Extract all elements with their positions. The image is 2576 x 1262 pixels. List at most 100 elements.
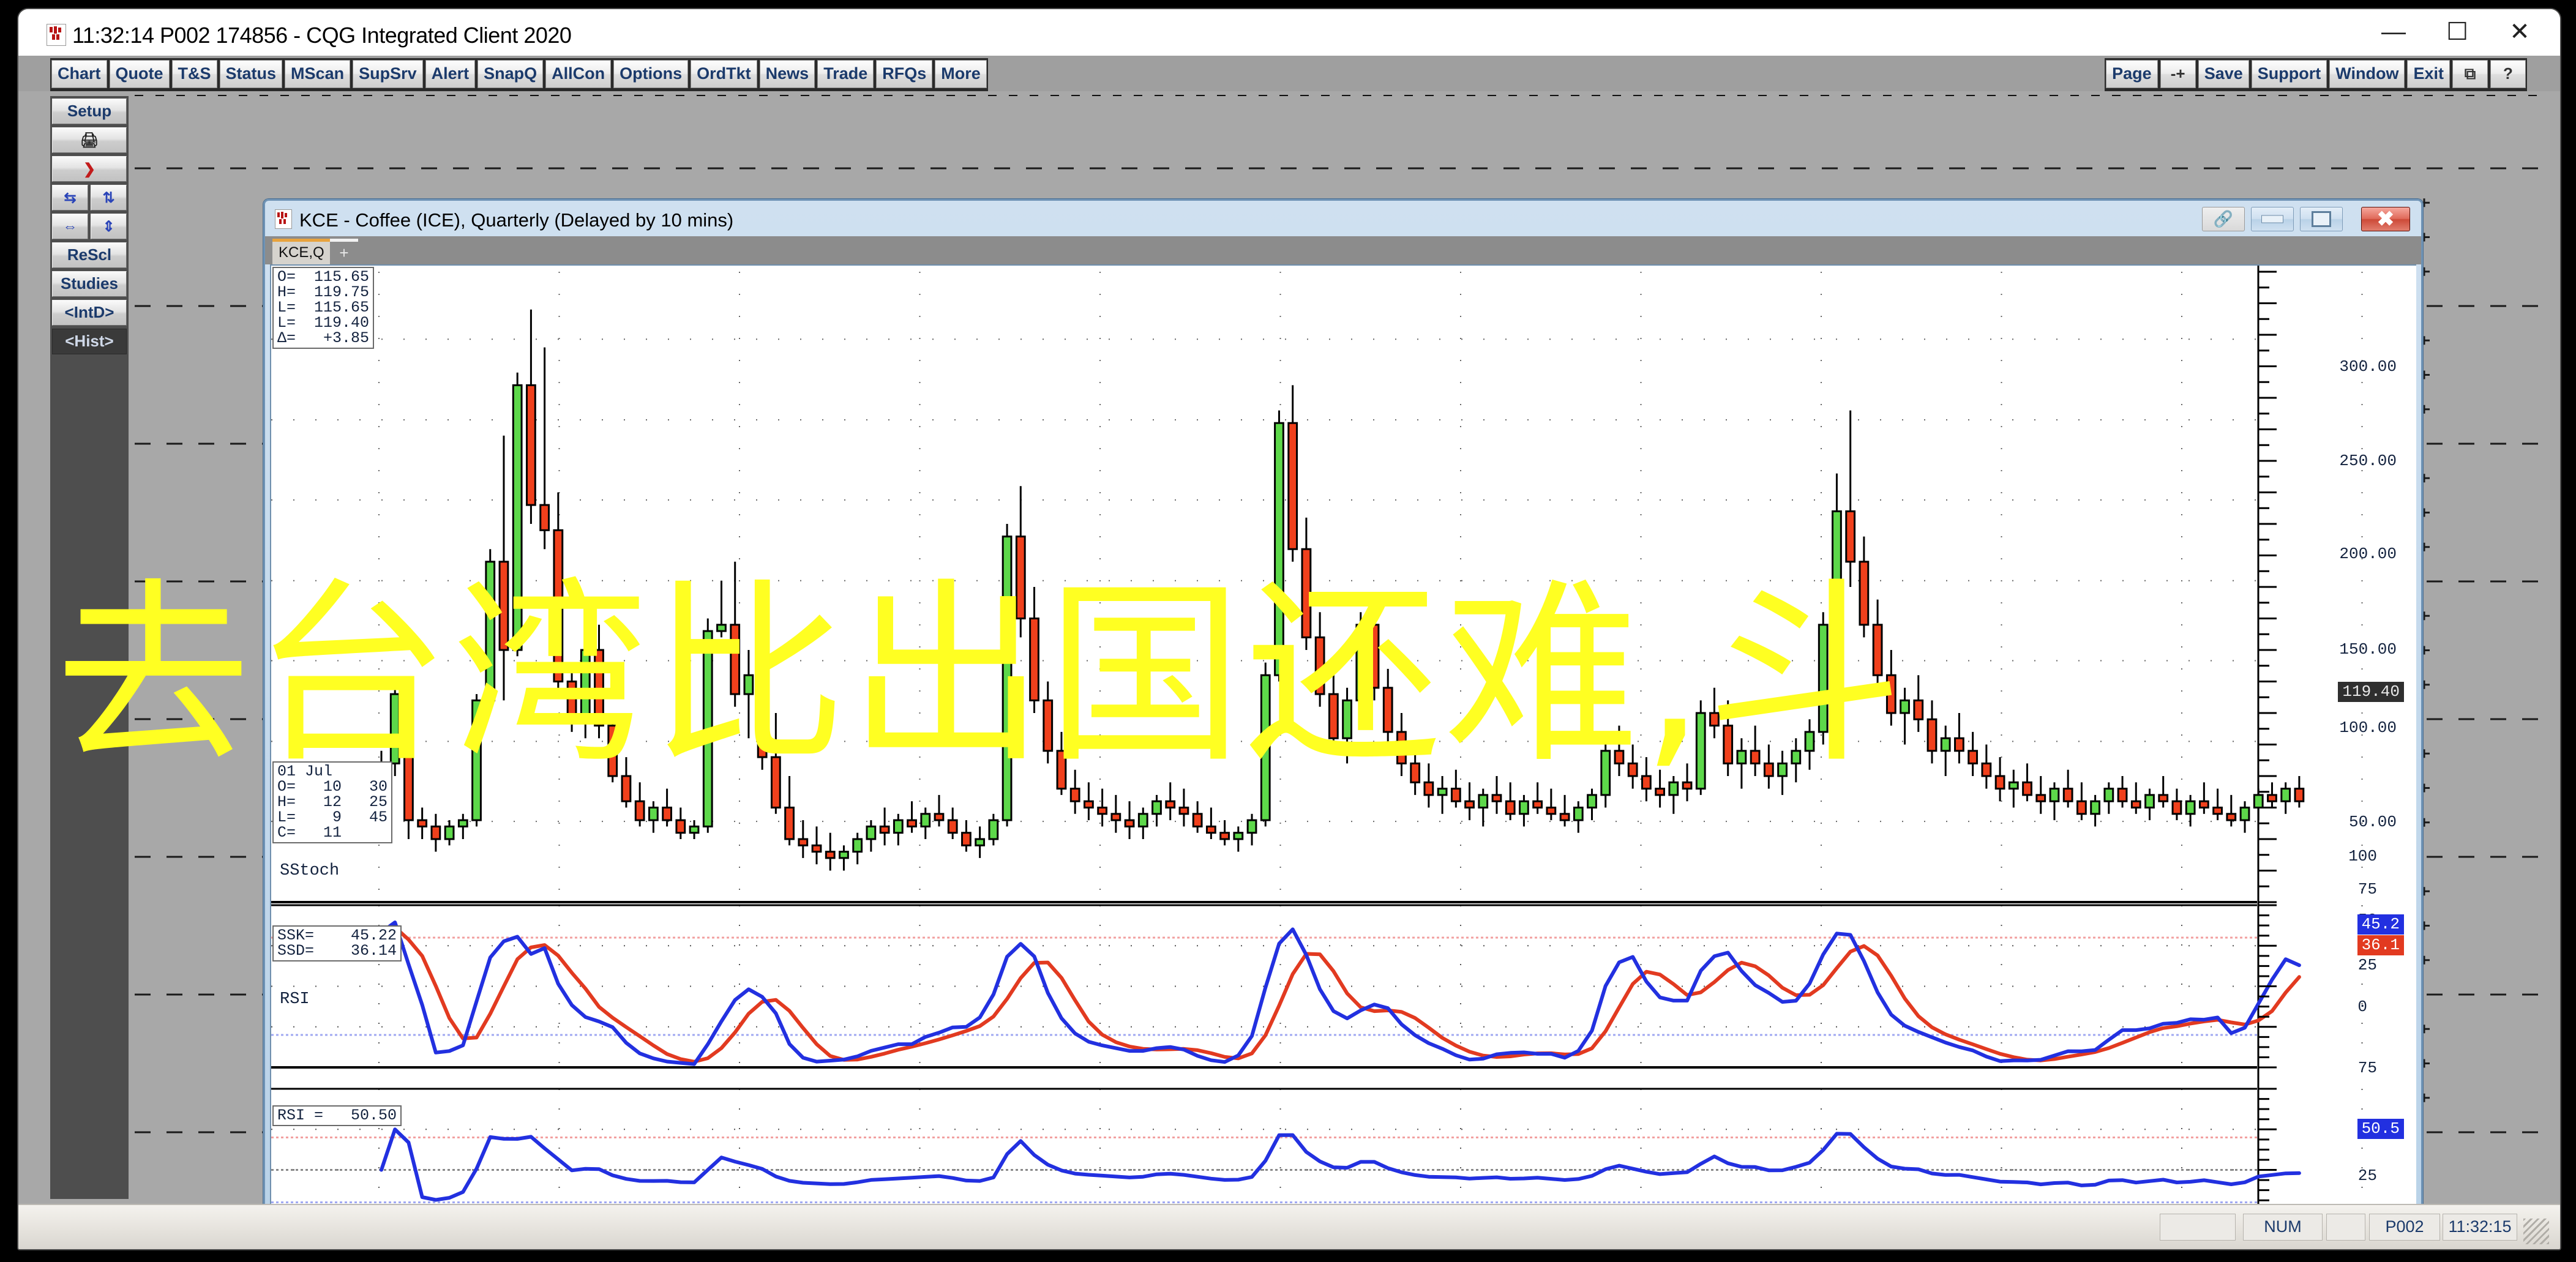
stochastic-values-box: SSK= 45.22 SSD= 36.14 [272, 925, 402, 961]
resize-grip[interactable] [2523, 1219, 2549, 1244]
sidebar-magnet-button[interactable]: ❯ [52, 156, 127, 182]
sidebar-arrow-row-2: ⇔ ⇕ [52, 214, 127, 239]
toolbar-button-quote[interactable]: Quote [109, 60, 170, 88]
main-toolbar: Chart Quote T&S Status MScan SupSrv Aler… [18, 56, 2560, 92]
chart-plot-area[interactable] [271, 266, 2416, 1242]
toolbar-button-alert[interactable]: Alert [425, 60, 476, 88]
close-icon: ✖ [2376, 207, 2395, 231]
sidebar-scroll-horizontal-button[interactable]: ⇆ [52, 185, 88, 211]
toolbar-button-support[interactable]: Support [2251, 60, 2327, 88]
price-tick-300: 300.00 [2339, 357, 2397, 376]
window-minimize-button[interactable]: — [2363, 18, 2424, 47]
sidebar-compress-horizontal-button[interactable]: ⇔ [52, 214, 88, 239]
toolbar-button-window[interactable]: Window [2329, 60, 2405, 88]
chart-window-titlebar: KCE - Coffee (ICE), Quarterly (Delayed b… [265, 201, 2421, 236]
toolbar-button-trade[interactable]: Trade [817, 60, 874, 88]
rsi-tick-25: 25 [2357, 1167, 2377, 1185]
rsi-study-label: RSI [280, 990, 310, 1009]
stoch-tick-75: 75 [2357, 880, 2377, 898]
arrow-collapse-horizontal-icon: ⇔ [62, 218, 78, 235]
status-cell-num: NUM [2243, 1214, 2323, 1241]
status-cell-blank-2 [2326, 1214, 2365, 1241]
rsi-tick-75: 75 [2357, 1059, 2377, 1077]
toolbar-button-ordtkt[interactable]: OrdTkt [691, 60, 757, 88]
toolbar-button-status[interactable]: Status [219, 60, 283, 88]
price-tick-50: 50.00 [2348, 813, 2397, 831]
sidebar-print-button[interactable]: 🖨 [52, 127, 127, 153]
last-price-tag: 119.40 [2338, 682, 2404, 702]
toolbar-button-more[interactable]: More [935, 60, 987, 88]
sidebar-studies-button[interactable]: Studies [52, 271, 127, 297]
toolbar-button-allcon[interactable]: AllCon [545, 60, 612, 88]
sidebar-arrow-row-1: ⇆ ⇅ [52, 185, 127, 211]
price-tick-250: 250.00 [2339, 452, 2397, 470]
rsi-value-box: RSI = 50.50 [272, 1105, 402, 1126]
printer-icon: 🖨 [80, 132, 99, 149]
workspace: Setup 🖨 ❯ ⇆ ⇅ ⇔ ⇕ ReScl Studies <IntD> <… [18, 91, 2560, 1249]
sidebar-compress-vertical-button[interactable]: ⇕ [91, 214, 127, 239]
toolbar-button-mscan[interactable]: MScan [285, 60, 351, 88]
sidebar-scroll-vertical-button[interactable]: ⇅ [91, 185, 127, 211]
price-tick-200: 200.00 [2339, 545, 2397, 563]
title-bar: 11:32:14 P002 174856 - CQG Integrated Cl… [18, 9, 2560, 56]
toolbar-button-restore-icon[interactable]: ⧉ [2452, 60, 2488, 88]
chart-tab-strip: KCE,Q + [265, 236, 2421, 264]
stoch-ssk-tag: 45.2 [2357, 914, 2404, 935]
cqg-logo-icon [47, 24, 66, 46]
sidebar-historical-button[interactable]: <Hist> [52, 329, 127, 354]
toolbar-button-chart[interactable]: Chart [51, 60, 107, 88]
chart-window-title: KCE - Coffee (ICE), Quarterly (Delayed b… [299, 209, 734, 231]
status-cell-blank-1 [2160, 1214, 2236, 1241]
stoch-ssd-tag: 36.1 [2357, 935, 2404, 955]
toolbar-button-help-icon[interactable]: ? [2490, 60, 2526, 88]
toolbar-button-ts[interactable]: T&S [171, 60, 217, 88]
toolbar-button-zoom-plusminus-icon[interactable]: -+ [2160, 60, 2196, 88]
toolbar-button-save[interactable]: Save [2198, 60, 2249, 88]
toolbar-right-group: Page -+ Save Support Window Exit ⧉ ? [2105, 58, 2527, 92]
chart-svg [271, 266, 2416, 1238]
toolbar-button-rfqs[interactable]: RFQs [876, 60, 933, 88]
link-icon: 🔗 [2213, 209, 2234, 228]
chart-window: KCE - Coffee (ICE), Quarterly (Delayed b… [263, 199, 2423, 1249]
maximize-icon [2312, 211, 2331, 227]
chart-tab-kce[interactable]: KCE,Q [272, 239, 331, 264]
chart-canvas-container[interactable]: O= 115.65 H= 119.75 L= 115.65 L= 119.40 … [270, 264, 2416, 1244]
rsi-value-tag: 50.5 [2357, 1119, 2404, 1139]
stoch-tick-25: 25 [2357, 956, 2377, 974]
cursor-info-box: 01 Jul O= 10 30 H= 12 25 L= 9 45 C= 11 [272, 761, 393, 843]
toolbar-button-supsrv[interactable]: SupSrv [353, 60, 423, 88]
price-tick-100: 100.00 [2339, 719, 2397, 737]
sidebar-setup-button[interactable]: Setup [52, 99, 127, 124]
application-window: 11:32:14 P002 174856 - CQG Integrated Cl… [17, 8, 2561, 1250]
magnet-icon: ❯ [83, 161, 96, 177]
sidebar-rescale-button[interactable]: ReScl [52, 242, 127, 268]
stoch-tick-0: 0 [2357, 998, 2367, 1016]
price-tick-150: 150.00 [2339, 640, 2397, 659]
status-cell-page: P002 [2369, 1214, 2440, 1241]
stoch-tick-100: 100 [2348, 847, 2377, 865]
chart-maximize-button[interactable] [2300, 207, 2343, 231]
status-bar: NUM P002 11:32:15 [18, 1204, 2560, 1249]
chart-close-button[interactable]: ✖ [2361, 207, 2410, 231]
toolbar-button-news[interactable]: News [759, 60, 815, 88]
status-cell-time: 11:32:15 [2443, 1214, 2517, 1241]
window-maximize-button[interactable]: ☐ [2427, 18, 2488, 47]
toolbar-left-group: Chart Quote T&S Status MScan SupSrv Aler… [50, 58, 988, 92]
toolbar-button-exit[interactable]: Exit [2407, 60, 2450, 88]
arrow-up-down-icon: ⇅ [102, 190, 115, 206]
chart-minimize-button[interactable] [2251, 207, 2294, 231]
sidebar-intraday-button[interactable]: <IntD> [52, 300, 127, 326]
arrow-left-right-icon: ⇆ [64, 190, 77, 206]
toolbar-button-snapq[interactable]: SnapQ [477, 60, 544, 88]
toolbar-button-page[interactable]: Page [2106, 60, 2158, 88]
chart-link-button[interactable]: 🔗 [2202, 207, 2245, 231]
stochastic-study-label: SStoch [280, 862, 340, 880]
chart-tools-sidebar: Setup 🖨 ❯ ⇆ ⇅ ⇔ ⇕ ReScl Studies <IntD> <… [50, 96, 129, 1199]
minimize-icon [2261, 215, 2283, 223]
cqg-logo-icon-small [275, 209, 292, 229]
toolbar-button-options[interactable]: Options [613, 60, 689, 88]
arrow-collapse-vertical-icon: ⇕ [102, 218, 115, 235]
window-close-button[interactable]: ✕ [2489, 18, 2550, 47]
quote-info-box: O= 115.65 H= 119.75 L= 115.65 L= 119.40 … [272, 267, 375, 349]
chart-tab-add-button[interactable]: + [330, 239, 358, 264]
